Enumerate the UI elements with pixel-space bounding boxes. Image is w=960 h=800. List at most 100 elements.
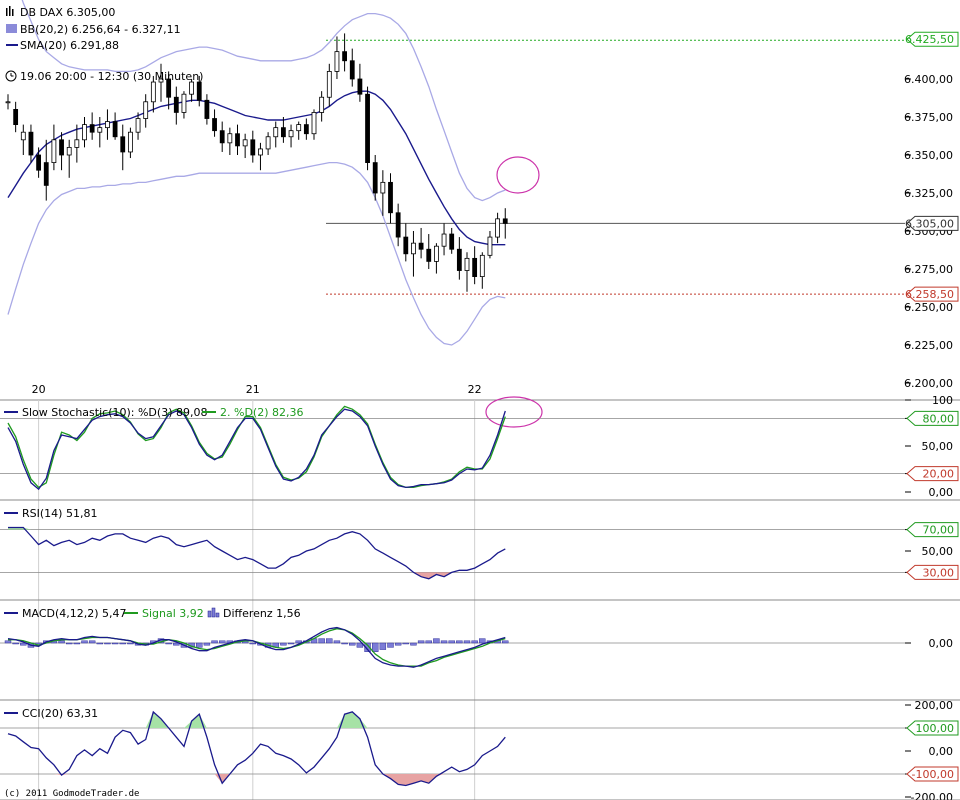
- price-legend: DB DAX 6.305,00 BB(20,2) 6.256,64 - 6.32…: [5, 6, 203, 83]
- candle-body: [89, 124, 95, 133]
- macd-histogram-bar: [479, 638, 486, 644]
- candle: [173, 86, 179, 125]
- candle: [487, 231, 493, 259]
- candle-body: [403, 236, 409, 255]
- price-tick-label: 6.375,00: [904, 111, 953, 124]
- candle-body: [472, 257, 478, 277]
- macd-histogram-bar: [165, 642, 172, 645]
- candle: [380, 170, 386, 216]
- candle: [464, 252, 470, 292]
- candle: [433, 243, 439, 274]
- macd-histogram-bar: [65, 642, 73, 645]
- macd-histogram-bar: [394, 642, 402, 646]
- candle-body: [273, 127, 279, 138]
- axes: 6.400,006.375,006.350,006.325,006.300,00…: [904, 31, 959, 800]
- candle-body: [181, 93, 187, 113]
- candle-body: [66, 146, 72, 156]
- candle: [365, 86, 370, 171]
- x-label-22: 22: [468, 383, 482, 396]
- candle-body: [388, 181, 393, 214]
- cci-badge-minus100-text: -100,00: [912, 768, 954, 781]
- macd-histogram-bar: [111, 642, 119, 645]
- candle: [219, 121, 225, 152]
- candle: [5, 94, 11, 110]
- candle: [472, 246, 478, 285]
- candle-body: [204, 99, 210, 119]
- x-axis-labels: 20 21 22: [32, 383, 482, 396]
- macd-histogram-bar: [203, 642, 211, 646]
- candle: [82, 117, 87, 148]
- candle-body: [173, 96, 179, 113]
- candle: [120, 124, 126, 171]
- candle: [303, 118, 309, 140]
- cci-tick-label: -200,00: [911, 791, 953, 800]
- rsi-badge-30: 30,00: [906, 564, 959, 580]
- macd-histogram-bar: [318, 638, 325, 644]
- candle: [36, 147, 41, 178]
- price-tick-label: 6.225,00: [904, 339, 953, 352]
- candle-body: [105, 121, 110, 129]
- sma-legend-swatch: [6, 44, 18, 46]
- candle-body: [219, 130, 225, 144]
- candle-body: [395, 212, 401, 238]
- candle-body: [265, 136, 271, 150]
- candle-body: [441, 233, 447, 247]
- macd-histogram-bar: [4, 640, 12, 644]
- candle: [235, 124, 240, 155]
- candle: [89, 112, 95, 140]
- badge-low: 6.258,50: [905, 286, 959, 302]
- macd-histogram-bar: [387, 642, 394, 648]
- cci-tick-label: 200,00: [915, 699, 954, 712]
- symbol-label: DB DAX 6.305,00: [20, 6, 115, 19]
- badge-low-text: 6.258,50: [905, 288, 954, 301]
- macd-histogram-bar: [372, 642, 379, 653]
- x-label-20: 20: [32, 383, 46, 396]
- stoch-tick-label: 100: [932, 394, 953, 407]
- macd-line: [7, 626, 506, 668]
- candle: [43, 139, 49, 201]
- candle-body: [433, 245, 439, 262]
- candle-body: [13, 109, 19, 126]
- badge-top: 6.425,50: [905, 31, 959, 47]
- macd-legend-label: MACD(4,12,2) 5,47: [22, 607, 127, 620]
- macd-histogram-bar: [425, 640, 432, 644]
- candle-body: [43, 162, 49, 186]
- macd-histogram-bar: [12, 642, 19, 645]
- macd-histogram-bar: [211, 640, 218, 644]
- cci-badge-100: 100,00: [906, 720, 959, 736]
- macd-histogram-bar: [280, 642, 287, 646]
- candle-body: [258, 148, 263, 156]
- bb-label: BB(20,2) 6.256,64 - 6.327,11: [20, 23, 181, 36]
- price-tick-label: 6.250,00: [904, 301, 953, 314]
- candle-body: [127, 131, 133, 153]
- highlight-circle-price: [496, 156, 540, 194]
- candle-body: [342, 51, 348, 62]
- macd-histogram-bar: [326, 638, 333, 644]
- candle-body: [311, 112, 317, 135]
- candle-body: [82, 124, 87, 141]
- stoch-legend: Slow Stochastic(10): %D(3) 89,08 2. %D(2…: [4, 406, 303, 419]
- stoch-legend-d: Slow Stochastic(10): %D(3) 89,08: [22, 406, 207, 419]
- badge-top-text: 6.425,50: [905, 33, 954, 46]
- candle: [403, 223, 409, 262]
- cci-badge-minus100: -100,00: [906, 766, 959, 782]
- macd-histogram-bar: [410, 642, 417, 646]
- candle-body: [411, 242, 416, 255]
- candle-body: [502, 218, 508, 224]
- macd-histogram-bar: [88, 640, 96, 644]
- candle: [66, 139, 72, 178]
- stoch-tick-label: 0,00: [929, 486, 954, 499]
- macd-histogram-bar: [440, 640, 448, 644]
- rsi-legend: RSI(14) 51,81: [4, 507, 97, 520]
- candle: [319, 91, 325, 122]
- candle-body: [74, 139, 80, 148]
- cci-legend-label: CCI(20) 63,31: [22, 707, 98, 720]
- candle: [449, 227, 455, 254]
- macd-histogram-bar: [127, 642, 134, 645]
- macd-histogram-bar: [104, 642, 111, 645]
- candle-body: [150, 81, 156, 103]
- candle-body: [280, 127, 286, 138]
- candle: [250, 130, 256, 163]
- candle-body: [479, 254, 485, 278]
- candle-body: [372, 162, 378, 194]
